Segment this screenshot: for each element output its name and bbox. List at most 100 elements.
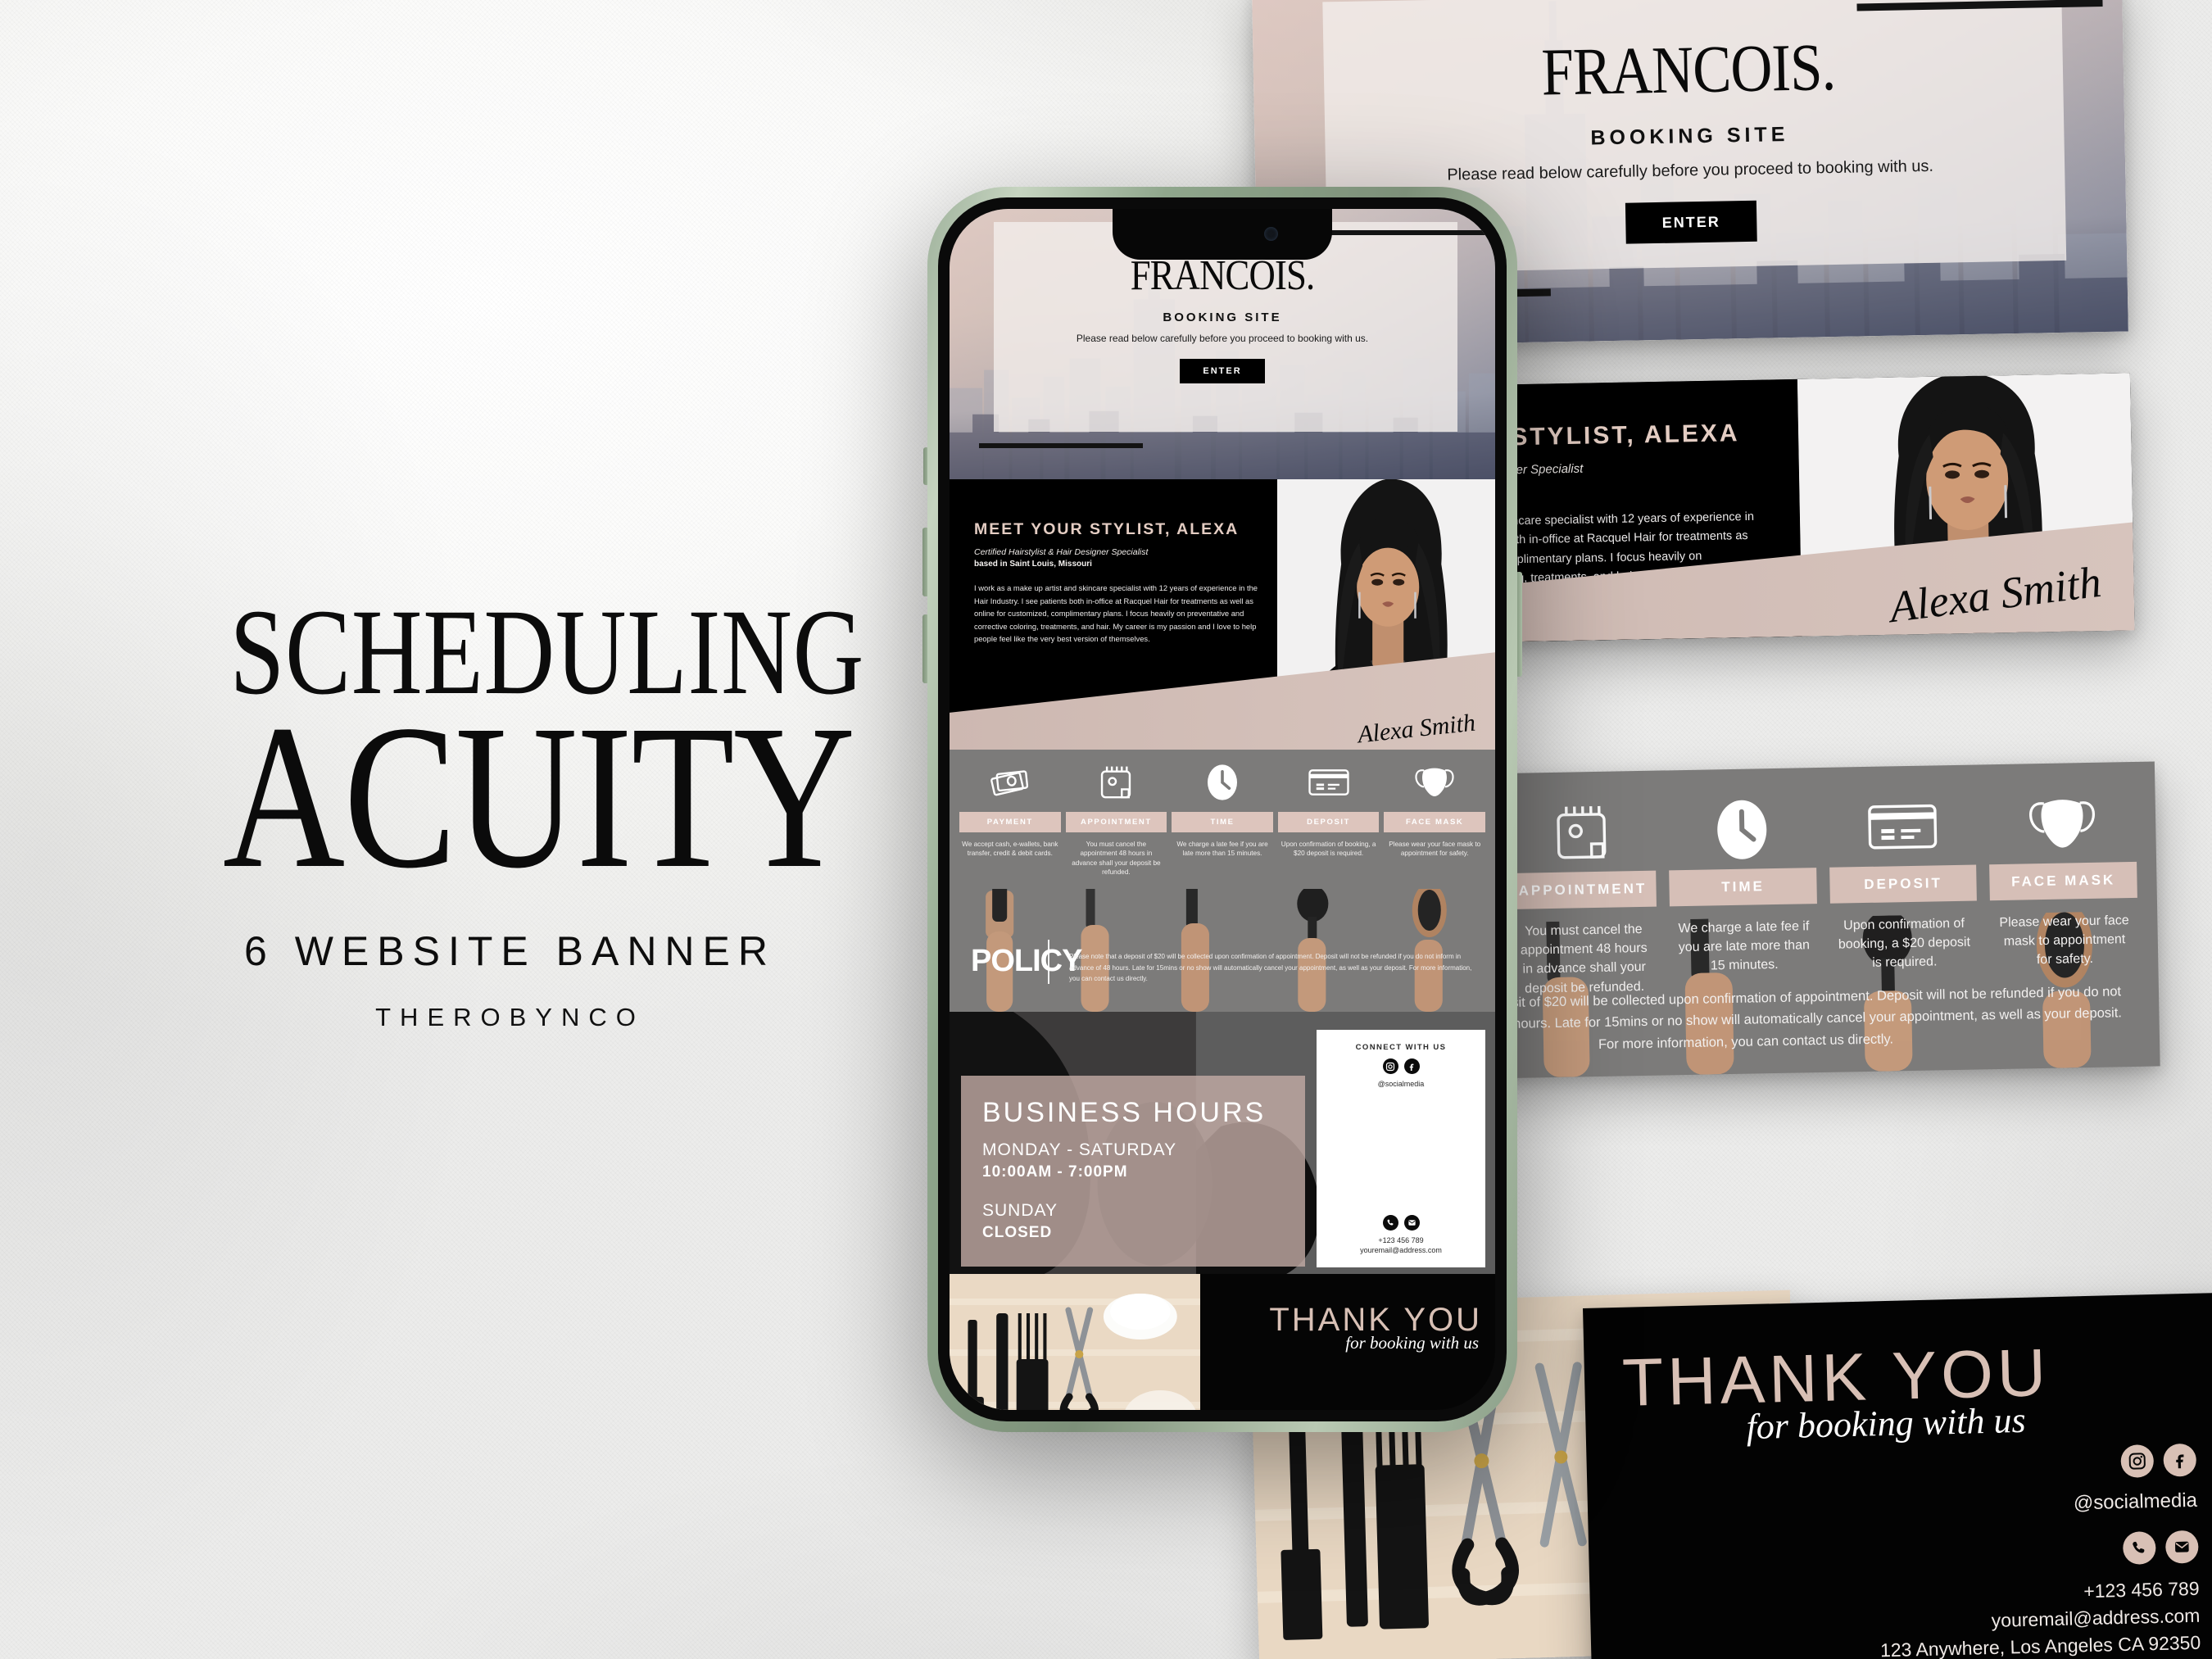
screen-policy-icon-cell xyxy=(1278,761,1380,804)
face-mask-icon xyxy=(1988,783,2137,864)
screen-stylist-location: based in Saint Louis, Missouri xyxy=(974,560,1092,569)
screen-thanks-section: THANK YOU for booking with us xyxy=(950,1274,1495,1410)
screen-hero-note: Please read below carefully before you p… xyxy=(1076,333,1369,344)
hours-title: BUSINESS HOURS xyxy=(982,1097,1267,1128)
connect-handle: @socialmedia xyxy=(1377,1080,1425,1088)
calendar-icon xyxy=(1066,761,1167,804)
policy-column: FACE MASK Please wear your face mask to … xyxy=(1988,783,2139,990)
policy-text: Please wear your face mask to appointmen… xyxy=(1999,913,2129,968)
screen-policy-icon-cell xyxy=(1066,761,1167,804)
policy-text: Please wear your face mask to appointmen… xyxy=(1389,841,1481,858)
clock-icon xyxy=(1668,789,1816,870)
policy-tag: DEPOSIT xyxy=(1829,864,1978,904)
screen-policy-icon-cell xyxy=(959,761,1061,804)
face-mask-icon xyxy=(1384,761,1485,804)
policy-column: TIME We charge a late fee if you are lat… xyxy=(1668,789,1819,995)
policy-text: Upon confirmation of booking, a $20 depo… xyxy=(1281,841,1376,858)
policy-text: We accept cash, e-wallets, bank transfer… xyxy=(962,841,1058,858)
hours-weekday-time: 10:00AM - 7:00PM xyxy=(982,1163,1128,1181)
brand-name: THEROBYNCO xyxy=(375,1002,645,1031)
phone-icon[interactable] xyxy=(2122,1531,2156,1565)
screen-hours-section: BUSINESS HOURS MONDAY - SATURDAY 10:00AM… xyxy=(950,1012,1495,1274)
connect-email: youremail@address.com xyxy=(1360,1246,1442,1254)
phone-notch xyxy=(1113,209,1332,260)
screen-policy-icon-cell xyxy=(1172,761,1273,804)
credit-card-icon xyxy=(1828,786,1976,868)
hero-subtitle: BOOKING SITE xyxy=(1590,123,1789,150)
screen-policy-tags: PAYMENT We accept cash, e-wallets, bank t… xyxy=(950,812,1495,877)
mail-icon[interactable] xyxy=(1403,1215,1420,1231)
facebook-icon[interactable] xyxy=(1403,1058,1420,1074)
connect-card: CONNECT WITH US @socialmedia +123 456 78… xyxy=(1317,1030,1485,1267)
screen-stylist-role: Certified Hairstylist & Hair Designer Sp… xyxy=(974,547,1149,557)
screen-enter-button[interactable]: ENTER xyxy=(1180,359,1265,383)
title-block: SCHEDULING ACUITY 6 WEBSITE BANNER THERO… xyxy=(160,591,863,1032)
policy-text: You must cancel the appointment 48 hours… xyxy=(1072,841,1161,877)
phone-frame: FRANCOIS. BOOKING SITE Please read below… xyxy=(927,187,1517,1432)
connect-phone: +123 456 789 xyxy=(1378,1236,1424,1244)
thanks-phone: +123 456 789 xyxy=(2083,1577,2200,1602)
phone-icon[interactable] xyxy=(1382,1215,1398,1231)
hours-weekday-label: MONDAY - SATURDAY xyxy=(982,1140,1177,1159)
facebook-icon[interactable] xyxy=(2163,1443,2197,1477)
connect-heading: CONNECT WITH US xyxy=(1355,1043,1447,1052)
screen-policy-cell: TIME We charge a late fee if you are late… xyxy=(1172,812,1273,877)
policy-tag: FACE MASK xyxy=(1384,812,1485,832)
screen-policy-footnote: Please note that a deposit of $20 will b… xyxy=(1069,953,1472,982)
calendar-icon xyxy=(1507,792,1656,873)
screen-stylist-heading: MEET YOUR STYLIST, ALEXA xyxy=(974,520,1240,538)
policy-tag: TIME xyxy=(1669,868,1817,907)
phone-bezel: FRANCOIS. BOOKING SITE Please read below… xyxy=(938,197,1507,1421)
screen-hero-rule-bottom xyxy=(979,443,1143,448)
mail-icon[interactable] xyxy=(2164,1530,2199,1564)
policy-tag: FACE MASK xyxy=(1989,861,2137,901)
screen-policy-icons xyxy=(950,761,1495,804)
policy-text: We charge a late fee if you are late mor… xyxy=(1176,841,1268,858)
screen-hero-rule-top xyxy=(1321,230,1485,235)
screen-tools-photo xyxy=(950,1274,1201,1410)
screen-policy-section: PAYMENT We accept cash, e-wallets, bank t… xyxy=(950,750,1495,1012)
policy-word: POLICY xyxy=(971,944,1082,978)
policy-tag: APPOINTMENT xyxy=(1508,870,1657,909)
hero-note: Please read below carefully before you p… xyxy=(1447,156,1934,184)
screen-policy-icon-cell xyxy=(1384,761,1485,804)
phone-mockup: FRANCOIS. BOOKING SITE Please read below… xyxy=(922,187,1522,1432)
hours-sunday-time: CLOSED xyxy=(982,1224,1053,1241)
policy-divider xyxy=(1048,940,1049,984)
policy-tag: PAYMENT xyxy=(959,812,1061,832)
thank-you-banner: THANK YOU for booking with us @socialmed… xyxy=(1583,1292,2212,1659)
policy-column: DEPOSIT Upon confirmation of booking, a … xyxy=(1828,786,1979,993)
instagram-icon[interactable] xyxy=(2120,1444,2155,1479)
screen-stylist-bio: I work as a make up artist and skincare … xyxy=(974,583,1258,644)
screen-stylist-signature: Alexa Smith xyxy=(1356,709,1477,749)
stylist-signature: Alexa Smith xyxy=(1886,556,2104,632)
screen-hero-subtitle: BOOKING SITE xyxy=(1163,310,1282,324)
hero-logo: FRANCOIS. xyxy=(1540,29,1837,110)
screen-policy-cell: FACE MASK Please wear your face mask to a… xyxy=(1384,812,1485,877)
policy-text: We charge a late fee if you are late mor… xyxy=(1678,919,1811,973)
enter-button[interactable]: ENTER xyxy=(1625,200,1757,244)
policy-text: Upon confirmation of booking, a $20 depo… xyxy=(1838,916,1971,971)
policy-tag: APPOINTMENT xyxy=(1065,812,1167,832)
thanks-email: youremail@address.com xyxy=(1991,1604,2201,1631)
policy-column: APPOINTMENT You must cancel the appointm… xyxy=(1507,792,1658,999)
screen-stylist-section: MEET YOUR STYLIST, ALEXA Certified Hairs… xyxy=(950,479,1495,750)
policy-text: You must cancel the appointment 48 hours… xyxy=(1520,922,1648,996)
cash-icon xyxy=(959,761,1061,804)
page-title-line2: ACUITY xyxy=(222,682,855,911)
phone-screen[interactable]: FRANCOIS. BOOKING SITE Please read below… xyxy=(950,209,1495,1410)
policy-tag: TIME xyxy=(1172,812,1273,832)
front-camera-icon xyxy=(1264,227,1278,241)
screen-policy-cell: APPOINTMENT You must cancel the appointme… xyxy=(1065,812,1167,877)
page-subtitle: 6 WEBSITE BANNER xyxy=(244,927,776,974)
policy-tag: DEPOSIT xyxy=(1277,812,1380,832)
instagram-icon[interactable] xyxy=(1382,1058,1398,1074)
clock-icon xyxy=(1172,761,1273,804)
screen-policy-cell: DEPOSIT Upon confirmation of booking, a $… xyxy=(1277,812,1380,877)
screen-policy-cell: PAYMENT We accept cash, e-wallets, bank t… xyxy=(959,812,1061,877)
hours-sunday-label: SUNDAY xyxy=(982,1201,1058,1220)
thanks-handle: @socialmedia xyxy=(2073,1489,2198,1515)
thanks-address: 123 Anywhere, Los Angeles CA 92350 xyxy=(1879,1631,2201,1659)
business-hours-card: BUSINESS HOURS MONDAY - SATURDAY 10:00AM… xyxy=(961,1076,1305,1267)
credit-card-icon xyxy=(1278,761,1380,804)
